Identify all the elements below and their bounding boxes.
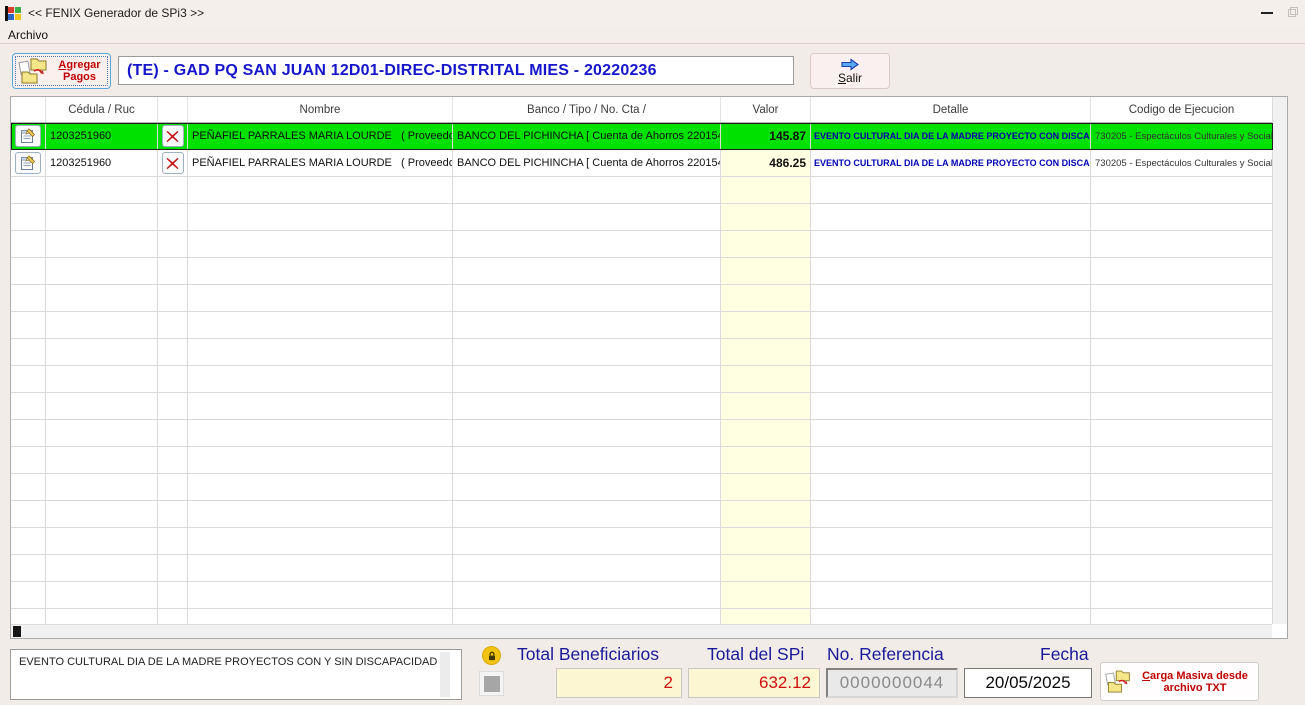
banco-cell: BANCO DEL PICHINCHA [ Cuenta de Ahorros … — [453, 123, 721, 149]
empty-table-row[interactable] — [11, 312, 1273, 339]
empty-table-row[interactable] — [11, 231, 1273, 258]
empty-table-row[interactable] — [11, 555, 1273, 582]
empty-table-row[interactable] — [11, 258, 1273, 285]
header-detalle[interactable]: Detalle — [811, 97, 1091, 122]
menu-archivo[interactable]: Archivo — [0, 26, 56, 44]
empty-table-row[interactable] — [11, 204, 1273, 231]
status-square-icon — [484, 676, 500, 692]
nombre-cell: PEÑAFIEL PARRALES MARIA LOURDE ( Proveed… — [188, 123, 453, 149]
total-spi-field: 632.12 — [688, 668, 820, 698]
empty-table-row[interactable] — [11, 393, 1273, 420]
no-referencia-label: No. Referencia — [827, 644, 944, 666]
empty-table-row[interactable] — [11, 285, 1273, 312]
spi-title-field[interactable]: (TE) - GAD PQ SAN JUAN 12D01-DIREC-DISTR… — [118, 56, 794, 85]
grid-header: Cédula / Ruc Nombre Banco / Tipo / No. C… — [11, 97, 1273, 123]
vertical-scrollbar[interactable] — [1272, 97, 1287, 625]
agregar-pagos-label: Agregar Pagos — [49, 59, 110, 83]
payments-grid: Cédula / Ruc Nombre Banco / Tipo / No. C… — [10, 96, 1288, 639]
table-row[interactable]: 1203251960 PEÑAFIEL PARRALES MARIA LOURD… — [11, 123, 1273, 150]
delete-x-icon — [166, 130, 179, 143]
edit-form-icon — [20, 155, 36, 171]
codigo-cell: 730205 - Espectáculos Culturales y Socia… — [1091, 123, 1273, 149]
status-square-button[interactable] — [479, 671, 504, 696]
detalle-general-textarea[interactable]: EVENTO CULTURAL DIA DE LA MADRE PROYECTO… — [10, 649, 462, 700]
exit-arrow-icon — [839, 58, 861, 71]
salir-button[interactable]: Salir — [810, 53, 890, 89]
window-title: << FENIX Generador de SPi3 >> — [28, 6, 204, 20]
total-beneficiarios-field: 2 — [556, 668, 682, 698]
empty-table-row[interactable] — [11, 528, 1273, 555]
textarea-scrollbar[interactable] — [440, 652, 450, 697]
agregar-pagos-button[interactable]: Agregar Pagos — [12, 53, 111, 89]
row-edit-button[interactable] — [15, 152, 41, 174]
minimize-button[interactable] — [1260, 0, 1273, 26]
total-spi-label: Total del SPi — [707, 644, 804, 666]
empty-table-row[interactable] — [11, 177, 1273, 204]
fecha-label: Fecha — [1040, 644, 1089, 666]
valor-cell: 145.87 — [721, 123, 811, 149]
empty-table-row[interactable] — [11, 420, 1273, 447]
detalle-cell: EVENTO CULTURAL DIA DE LA MADRE PROYECTO… — [811, 123, 1091, 149]
horizontal-scrollbar-thumb[interactable] — [13, 626, 21, 637]
cedula-cell: 1203251960 — [46, 123, 158, 149]
title-bar: << FENIX Generador de SPi3 >> — [0, 0, 1305, 26]
codigo-cell: 730205 - Espectáculos Culturales y Socia… — [1091, 150, 1273, 176]
app-window-icon — [5, 6, 22, 21]
no-referencia-field: 0000000044 — [826, 668, 958, 698]
empty-table-row[interactable] — [11, 501, 1273, 528]
carga-masiva-button[interactable]: Carga Masiva desde archivo TXT — [1100, 662, 1259, 701]
restore-button[interactable] — [1285, 0, 1299, 26]
fecha-field[interactable]: 20/05/2025 — [964, 668, 1092, 698]
menu-bar: Archivo — [0, 26, 1305, 44]
header-edit-col — [11, 97, 46, 122]
total-beneficiarios-label: Total Beneficiarios — [517, 644, 659, 666]
header-valor[interactable]: Valor — [721, 97, 811, 122]
empty-table-row[interactable] — [11, 447, 1273, 474]
table-row[interactable]: 1203251960 PEÑAFIEL PARRALES MARIA LOURD… — [11, 150, 1273, 177]
detalle-cell: EVENTO CULTURAL DIA DE LA MADRE PROYECTO… — [811, 150, 1091, 176]
lock-icon — [482, 646, 501, 665]
valor-cell: 486.25 — [721, 150, 811, 176]
empty-table-row[interactable] — [11, 609, 1273, 625]
scrollbar-corner — [1272, 624, 1287, 638]
header-banco[interactable]: Banco / Tipo / No. Cta / — [453, 97, 721, 122]
salir-label: Salir — [838, 71, 862, 85]
bulk-load-folder-icon — [1104, 668, 1132, 695]
edit-form-icon — [20, 128, 36, 144]
banco-cell: BANCO DEL PICHINCHA [ Cuenta de Ahorros … — [453, 150, 721, 176]
header-delete-col — [158, 97, 188, 122]
row-delete-button[interactable] — [162, 125, 184, 147]
add-payments-folder-icon — [17, 56, 49, 86]
horizontal-scrollbar[interactable] — [11, 624, 1273, 638]
carga-masiva-label: Carga Masiva desde archivo TXT — [1132, 670, 1258, 694]
grid-body: 1203251960 PEÑAFIEL PARRALES MARIA LOURD… — [11, 123, 1273, 625]
empty-table-row[interactable] — [11, 582, 1273, 609]
header-codigo[interactable]: Codigo de Ejecucion — [1091, 97, 1273, 122]
header-cedula[interactable]: Cédula / Ruc — [46, 97, 158, 122]
empty-table-row[interactable] — [11, 474, 1273, 501]
nombre-cell: PEÑAFIEL PARRALES MARIA LOURDE ( Proveed… — [188, 150, 453, 176]
row-delete-button[interactable] — [162, 152, 184, 174]
empty-table-row[interactable] — [11, 366, 1273, 393]
header-nombre[interactable]: Nombre — [188, 97, 453, 122]
delete-x-icon — [166, 157, 179, 170]
minimize-icon — [1261, 12, 1273, 14]
empty-table-row[interactable] — [11, 339, 1273, 366]
cedula-cell: 1203251960 — [46, 150, 158, 176]
row-edit-button[interactable] — [15, 125, 41, 147]
